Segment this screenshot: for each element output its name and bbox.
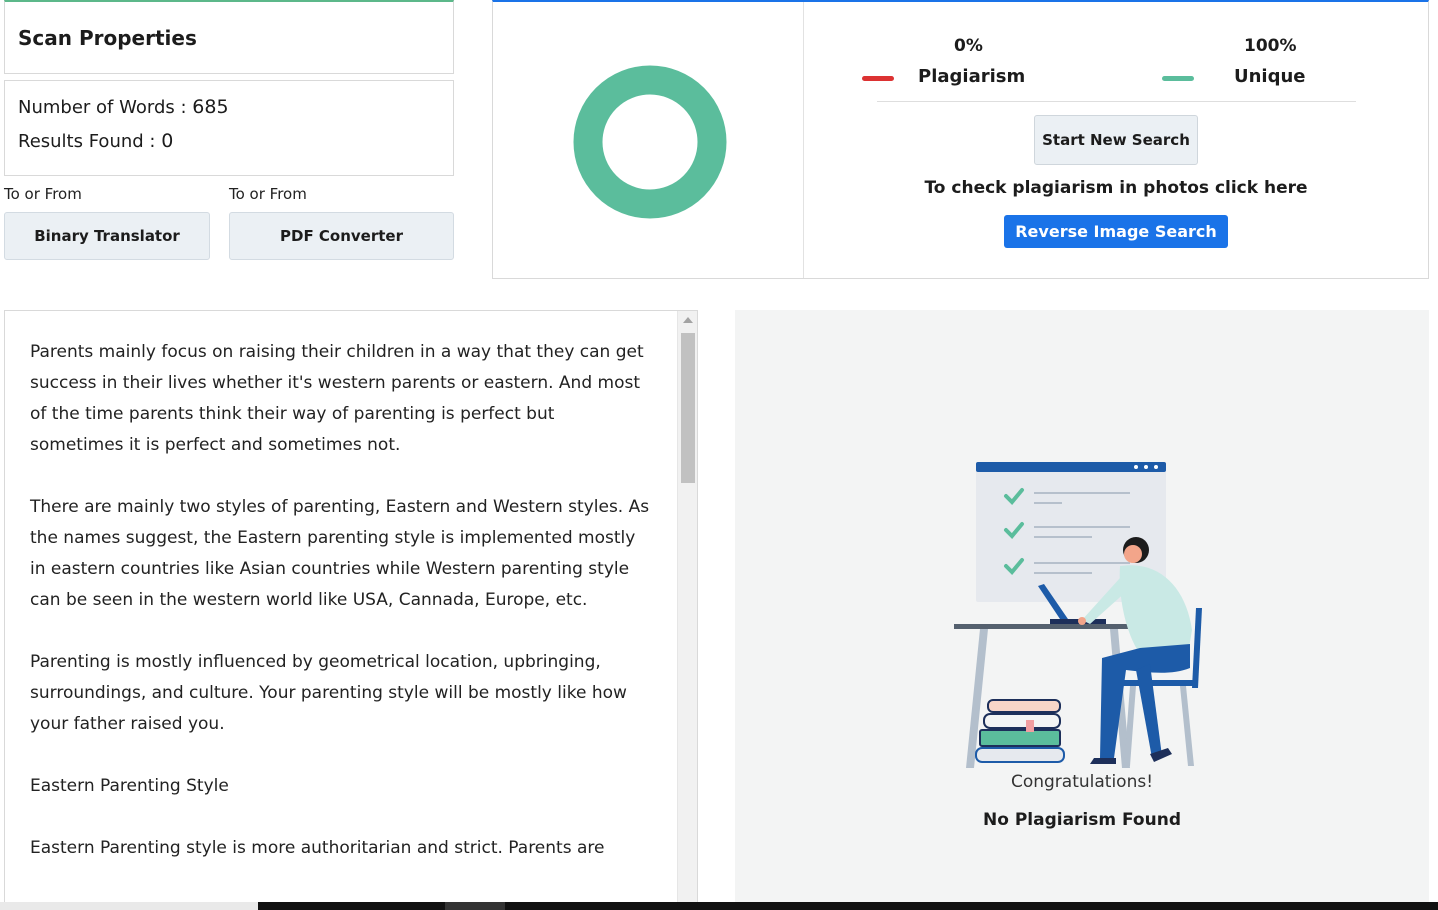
- plagiarism-donut-chart: [573, 65, 727, 219]
- unique-legend-swatch: [1162, 76, 1194, 81]
- results-found-label: Results Found :: [18, 131, 156, 152]
- result-panel: Congratulations! No Plagiarism Found: [735, 310, 1429, 910]
- results-found: Results Found : 0: [18, 130, 173, 152]
- pdf-converter-button[interactable]: PDF Converter: [229, 212, 454, 260]
- scroll-up-arrow-icon[interactable]: [683, 317, 693, 323]
- results-found-value: 0: [161, 130, 174, 152]
- word-count: Number of Words : 685: [18, 96, 229, 118]
- bottom-scrollbar-track-left: [0, 902, 258, 910]
- to-from-label-1: To or From: [4, 185, 82, 203]
- word-count-label: Number of Words :: [18, 97, 187, 118]
- scrollbar-thumb[interactable]: [681, 333, 695, 483]
- scan-stats-box: Number of Words : 685 Results Found : 0: [4, 80, 454, 176]
- reverse-image-search-button[interactable]: Reverse Image Search: [1004, 215, 1228, 248]
- no-plagiarism-text: No Plagiarism Found: [983, 810, 1181, 830]
- plagiarism-percent: 0%: [954, 36, 983, 56]
- text-paragraph: Eastern Parenting style is more authorit…: [30, 838, 605, 858]
- to-from-label-2: To or From: [229, 185, 307, 203]
- legend-separator: [877, 101, 1356, 102]
- text-paragraph: Parents mainly focus on raising their ch…: [30, 342, 644, 455]
- start-new-search-button[interactable]: Start New Search: [1034, 115, 1198, 165]
- word-count-value: 685: [192, 96, 229, 118]
- bottom-scrollbar[interactable]: [0, 902, 1438, 910]
- scan-properties-title: Scan Properties: [18, 26, 197, 50]
- summary-divider: [803, 2, 804, 278]
- bottom-scrollbar-thumb[interactable]: [445, 902, 505, 910]
- text-paragraph: Parenting is mostly influenced by geomet…: [30, 652, 627, 734]
- photo-check-text: To check plagiarism in photos click here: [924, 178, 1308, 198]
- text-scrollbar[interactable]: [677, 311, 697, 909]
- person-at-desk-illustration: [954, 462, 1202, 768]
- text-paragraph: Eastern Parenting Style: [30, 776, 229, 796]
- result-summary-panel: 0% Plagiarism 100% Unique Start New Sear…: [492, 0, 1429, 279]
- scanned-text-content: Parents mainly focus on raising their ch…: [30, 337, 650, 895]
- plagiarism-legend-label: Plagiarism: [918, 66, 1026, 87]
- scanned-text-box[interactable]: Parents mainly focus on raising their ch…: [4, 310, 698, 910]
- unique-percent: 100%: [1244, 36, 1297, 56]
- text-paragraph: There are mainly two styles of parenting…: [30, 497, 650, 610]
- plagiarism-legend-swatch: [862, 76, 894, 81]
- unique-legend-label: Unique: [1234, 66, 1306, 87]
- binary-translator-button[interactable]: Binary Translator: [4, 212, 210, 260]
- congratulations-text: Congratulations!: [1010, 772, 1154, 792]
- scan-properties-header: Scan Properties: [4, 0, 454, 74]
- donut-unique-ring: [573, 65, 727, 219]
